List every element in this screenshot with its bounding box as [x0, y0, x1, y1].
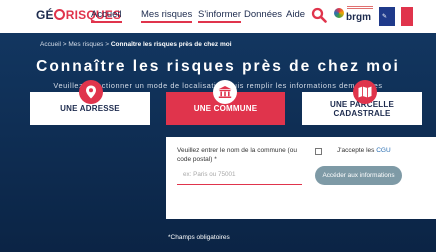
nav-link-sinformer[interactable]: S'informer — [198, 9, 241, 23]
logo-ring-icon — [54, 9, 66, 20]
nav-link-accueil[interactable]: Accueil — [91, 9, 122, 23]
breadcrumb-separator: > — [105, 41, 110, 48]
town-hall-icon — [213, 80, 237, 104]
map-icon — [353, 80, 377, 104]
breadcrumb-separator: > — [62, 41, 67, 48]
brgm-swirl-icon — [334, 8, 344, 18]
required-fields-note: *Champs obligatoires — [168, 234, 230, 241]
nav-link-mes-risques[interactable]: Mes risques — [141, 9, 193, 23]
flag-red-band — [401, 7, 413, 26]
brgm-tagline-mark — [347, 6, 373, 9]
cgu-label: J'accepte les CGU — [337, 147, 391, 154]
page-title: Connaître les risques près de chez moi — [36, 58, 400, 75]
breadcrumb-current: Connaître les risques près de chez moi — [110, 41, 232, 48]
marianne-mark-icon: ✎ — [382, 14, 388, 20]
brgm-logo[interactable]: brgm — [334, 6, 374, 28]
logo-part-1: GÉ — [36, 8, 54, 22]
nav-link-aide[interactable]: Aide — [286, 9, 305, 20]
commune-field-label: Veuillez entrer le nom de la commune (ou… — [177, 147, 297, 163]
breadcrumb-home[interactable]: Accueil — [40, 41, 61, 48]
breadcrumb: Accueil > Mes risques > Connaître les ri… — [40, 41, 232, 48]
cgu-label-prefix: J'accepte les — [337, 147, 375, 154]
cgu-checkbox[interactable] — [315, 148, 322, 155]
commune-form: Veuillez entrer le nom de la commune (ou… — [166, 137, 436, 219]
top-navigation-bar: GÉ RISQUES Accueil Mes risques S'informer… — [0, 0, 436, 33]
nav-link-donnees[interactable]: Données — [244, 9, 282, 20]
republique-francaise-logo[interactable]: ✎ — [379, 7, 413, 26]
access-information-button[interactable]: Accéder aux informations — [315, 166, 402, 185]
location-pin-icon — [79, 80, 103, 104]
commune-input[interactable] — [177, 165, 302, 185]
cgu-link[interactable]: CGU — [376, 147, 390, 154]
search-icon[interactable] — [311, 7, 327, 23]
brgm-logo-text: brgm — [346, 12, 371, 23]
breadcrumb-section[interactable]: Mes risques — [68, 41, 103, 48]
